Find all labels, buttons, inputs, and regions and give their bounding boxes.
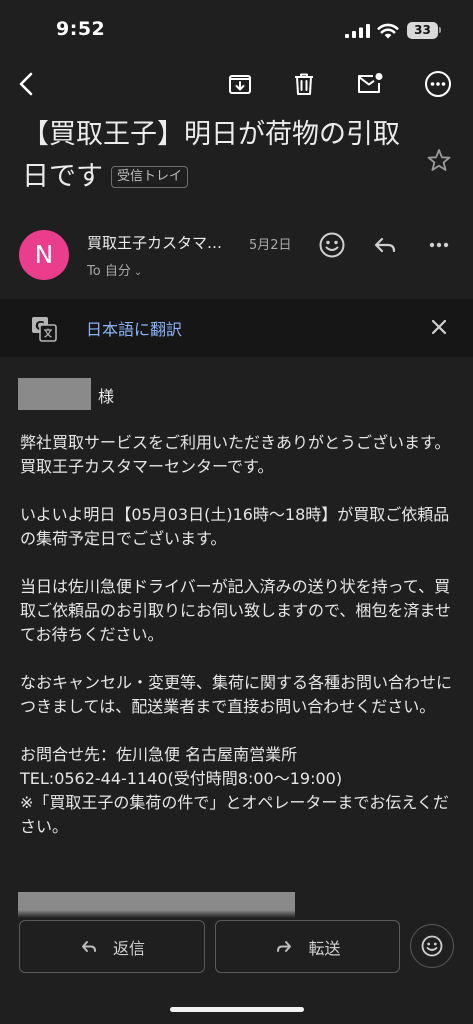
redacted-name [18, 378, 91, 410]
translate-link[interactable]: 日本語に翻訳 [86, 316, 182, 340]
contact-note: ※「買取王子の集荷の件で」とオペレーターまでお伝えください。 [20, 793, 449, 836]
close-icon[interactable] [428, 316, 450, 338]
email-screen: 9:52 33 【買取王子】明日が荷物の引取日です 受信トレイ N 買取王子カス… [0, 0, 473, 1024]
archive-icon [229, 75, 251, 94]
sender-avatar[interactable]: N [19, 230, 69, 280]
back-arrow-icon [19, 72, 33, 96]
email-body: 弊社買取サービスをご利用いただきありがとうございます。買取王子カスタマーセンター… [20, 431, 460, 839]
mark-unread-icon [358, 73, 383, 93]
contact-phone: TEL:0562-44-1140(受付時間8:00〜19:00) [20, 769, 343, 788]
emoji-icon [421, 935, 443, 957]
emoji-reaction-button[interactable] [410, 924, 454, 968]
toolbar [0, 62, 473, 106]
email-date: 5月2日 [249, 238, 292, 253]
forward-bottom-button[interactable]: 転送 [215, 920, 400, 973]
bottom-action-bar: 返信 転送 [0, 910, 473, 1024]
mark-unread-button[interactable] [352, 66, 388, 102]
email-subject: 【買取王子】明日が荷物の引取日です 受信トレイ [22, 114, 412, 198]
wifi-icon [377, 23, 399, 39]
emoji-icon [319, 232, 345, 258]
add-reaction-button[interactable] [317, 230, 347, 260]
salutation: 様 [98, 387, 115, 406]
recipient-line[interactable]: To 自分 ⌄ [87, 260, 142, 279]
chevron-down-icon: ⌄ [133, 267, 143, 278]
delete-button[interactable] [286, 66, 322, 102]
translate-bar: G 日本語に翻訳 [0, 299, 473, 357]
body-paragraph: 当日は佐川急便ドライバーが記入済みの送り状を持って、買取ご依頼品のお引取りにお伺… [20, 577, 451, 644]
body-paragraph: いよいよ明日【05月03日(土)16時〜18時】が買取ご依頼品の集荷予定日でござ… [20, 505, 450, 548]
status-bar: 9:52 33 [0, 0, 473, 58]
battery-level: 33 [414, 23, 431, 37]
recipient-text: To 自分 [87, 264, 131, 279]
reply-icon [374, 237, 396, 253]
trash-icon [295, 73, 313, 95]
home-indicator[interactable] [170, 1007, 304, 1012]
more-actions-button[interactable] [424, 230, 454, 260]
cellular-signal-icon [345, 24, 370, 38]
forward-icon [277, 940, 292, 952]
archive-button[interactable] [222, 66, 258, 102]
reply-label: 返信 [112, 938, 145, 958]
translate-icon: G [32, 317, 57, 342]
body-paragraph: 弊社買取サービスをご利用いただきありがとうございます。買取王子カスタマーセンター… [20, 433, 451, 476]
label-chip-inbox[interactable]: 受信トレイ [111, 166, 189, 188]
contact-line: お問合せ先：佐川急便 名古屋南営業所 [20, 745, 298, 764]
sender-name[interactable]: 買取王子カスタマ… [87, 232, 237, 253]
more-horizontal-icon [425, 71, 451, 97]
body-paragraph: なおキャンセル・変更等、集荷に関する各種お問い合わせにつきましては、配送業者まで… [20, 673, 453, 716]
reply-button[interactable] [370, 230, 400, 260]
reply-bottom-button[interactable]: 返信 [19, 920, 205, 973]
battery-nub [439, 27, 441, 33]
star-icon[interactable] [425, 147, 453, 175]
more-horizontal-icon [429, 242, 449, 248]
reply-icon [81, 940, 96, 952]
more-options-button[interactable] [420, 66, 456, 102]
forward-label: 転送 [308, 938, 341, 958]
subject-text: 【買取王子】明日が荷物の引取日です [22, 119, 400, 192]
status-time: 9:52 [56, 18, 106, 40]
battery-icon: 33 [407, 22, 438, 39]
back-button[interactable] [9, 66, 45, 102]
